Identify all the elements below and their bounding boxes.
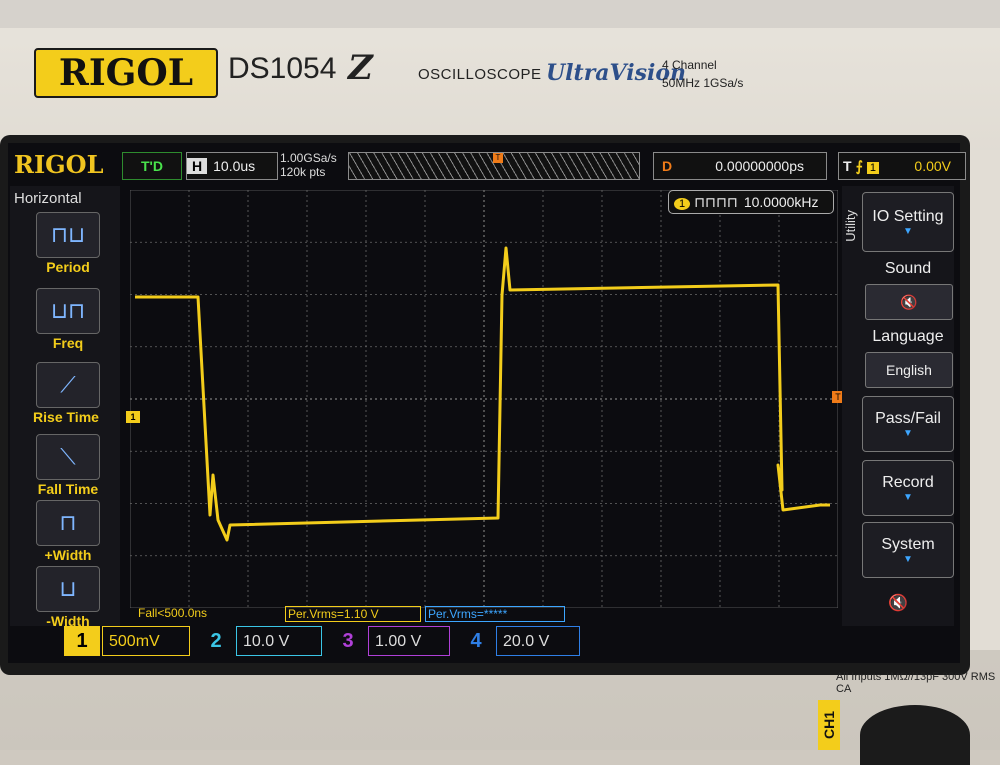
acquisition-info: 1.00GSa/s 120k pts bbox=[280, 151, 337, 179]
expand-arrow-icon: ▼ bbox=[903, 554, 913, 565]
delay-key: D bbox=[662, 158, 673, 174]
sound-toggle[interactable]: 🔇 bbox=[865, 284, 953, 320]
measure-rise-time-button[interactable]: ⟋ bbox=[36, 362, 100, 408]
expand-arrow-icon: ▼ bbox=[903, 428, 913, 439]
measure-width-button[interactable]: ⊔ bbox=[36, 566, 100, 612]
sample-rate: 1.00GSa/s bbox=[280, 151, 337, 165]
speaker-mute-icon: 🔇 bbox=[888, 595, 908, 612]
utility-title: Utility bbox=[843, 210, 858, 242]
top-background bbox=[0, 0, 1000, 28]
channel-3-scale[interactable]: 1.00 V bbox=[368, 626, 450, 656]
pass-fail-label: Pass/Fail bbox=[875, 410, 941, 427]
measure-fall-time-button[interactable]: ⟍ bbox=[36, 434, 100, 480]
ch1-offset-marker[interactable]: 1 bbox=[126, 411, 140, 423]
trigger-channel: 1 bbox=[866, 162, 879, 174]
measure-label: +Width bbox=[44, 547, 92, 563]
period-icon: ⊓⊔ bbox=[50, 222, 86, 247]
system-label: System bbox=[881, 536, 935, 553]
device-type: OSCILLOSCOPE bbox=[418, 66, 542, 83]
pos-width-icon: ⊓ bbox=[59, 510, 77, 535]
io-setting-label: IO Setting bbox=[872, 208, 944, 225]
waveform-grid bbox=[130, 190, 838, 608]
measure-label: Rise Time bbox=[33, 409, 99, 425]
channel-4-number[interactable]: 4 bbox=[458, 626, 494, 656]
horizontal-key: H bbox=[187, 158, 208, 174]
brand-plate: RIGOL DS1054 Z OSCILLOSCOPE UltraVision … bbox=[30, 44, 770, 102]
channel-4-scale[interactable]: 20.0 V bbox=[496, 626, 580, 656]
measure-label: Freq bbox=[52, 335, 84, 351]
trigger-level: 0.00V bbox=[914, 158, 951, 174]
channel-scale-value: 10.0 V bbox=[243, 633, 290, 650]
io-setting-button[interactable]: IO Setting ▼ bbox=[862, 192, 954, 252]
record-label: Record bbox=[882, 474, 934, 491]
run-state-badge: T'D bbox=[122, 152, 182, 180]
trigger-key: T bbox=[843, 158, 852, 174]
channel-scale-value: 20.0 V bbox=[503, 633, 550, 650]
brand-logo: RIGOL bbox=[34, 48, 218, 98]
measure-freq-button[interactable]: ⊔⊓ bbox=[36, 288, 100, 334]
counter-channel: 1 bbox=[674, 198, 691, 210]
delay-value: 0.00000000ps bbox=[715, 158, 804, 174]
channel-scale-value: 1.00 V bbox=[375, 633, 422, 650]
grid-lines bbox=[130, 190, 838, 608]
frequency-counter: 1 ⊓⊓⊓⊓ 10.0000kHz bbox=[668, 190, 834, 214]
neg-width-icon: ⊔ bbox=[59, 576, 77, 601]
pass-fail-button[interactable]: Pass/Fail ▼ bbox=[862, 396, 954, 452]
left-menu-title: Horizontal bbox=[14, 190, 82, 207]
square-wave-icon: ⊓⊓⊓⊓ bbox=[694, 194, 738, 210]
model-suffix: Z bbox=[348, 48, 373, 88]
ch1-input-knob[interactable] bbox=[860, 705, 970, 765]
input-spec-label: All Inputs 1MΩ//13pF 300V RMS CA bbox=[836, 671, 996, 695]
channel-2-number[interactable]: 2 bbox=[198, 626, 234, 656]
language-select[interactable]: English bbox=[865, 352, 953, 388]
channel-1-number[interactable]: 1 bbox=[64, 626, 100, 656]
fall-time-measurement: Fall<500.0ns bbox=[138, 606, 208, 620]
expand-arrow-icon: ▼ bbox=[903, 492, 913, 503]
trigger-box[interactable]: T ⨍ 1 0.00V bbox=[838, 152, 966, 180]
freq-icon: ⊔⊓ bbox=[50, 298, 86, 323]
channel-3-number[interactable]: 3 bbox=[330, 626, 366, 656]
channel-2-scale[interactable]: 10.0 V bbox=[236, 626, 322, 656]
channel-spec: 4 Channel bbox=[662, 58, 717, 72]
trigger-position-marker: T bbox=[493, 153, 503, 163]
timebase-box[interactable]: H 10.0us bbox=[186, 152, 278, 180]
measure-label: Period bbox=[46, 259, 90, 275]
bandwidth-spec: 50MHz 1GSa/s bbox=[662, 76, 744, 90]
record-button[interactable]: Record ▼ bbox=[862, 460, 954, 516]
language-label: Language bbox=[872, 328, 944, 345]
vrms-measurement-2: Per.Vrms=***** bbox=[425, 606, 565, 622]
sound-label: Sound bbox=[884, 260, 932, 277]
memory-depth: 120k pts bbox=[280, 165, 326, 179]
system-button[interactable]: System ▼ bbox=[862, 522, 954, 578]
timebase-value: 10.0us bbox=[213, 158, 256, 174]
model-name: DS1054 bbox=[228, 52, 337, 85]
vrms-measurement-1: Per.Vrms=1.10 V bbox=[285, 606, 421, 622]
expand-arrow-icon: ▼ bbox=[903, 226, 913, 237]
measure-label: Fall Time bbox=[37, 481, 99, 497]
measure-width-button[interactable]: ⊓ bbox=[36, 500, 100, 546]
ch1-waveform-trace bbox=[135, 246, 830, 542]
fall-time-icon: ⟍ bbox=[60, 444, 76, 469]
ch1-panel-label: CH1 bbox=[818, 700, 840, 750]
trigger-slope-icon: ⨍ bbox=[855, 158, 863, 174]
delay-box[interactable]: D 0.00000000ps bbox=[653, 152, 827, 180]
rise-time-icon: ⟋ bbox=[60, 372, 76, 397]
measure-period-button[interactable]: ⊓⊔ bbox=[36, 212, 100, 258]
channel-scale-value: 500mV bbox=[109, 633, 160, 650]
channel-1-scale[interactable]: 500mV bbox=[102, 626, 190, 656]
frequency-value: 10.0000kHz bbox=[743, 194, 819, 210]
screen-brand: RIGOL bbox=[14, 150, 104, 179]
